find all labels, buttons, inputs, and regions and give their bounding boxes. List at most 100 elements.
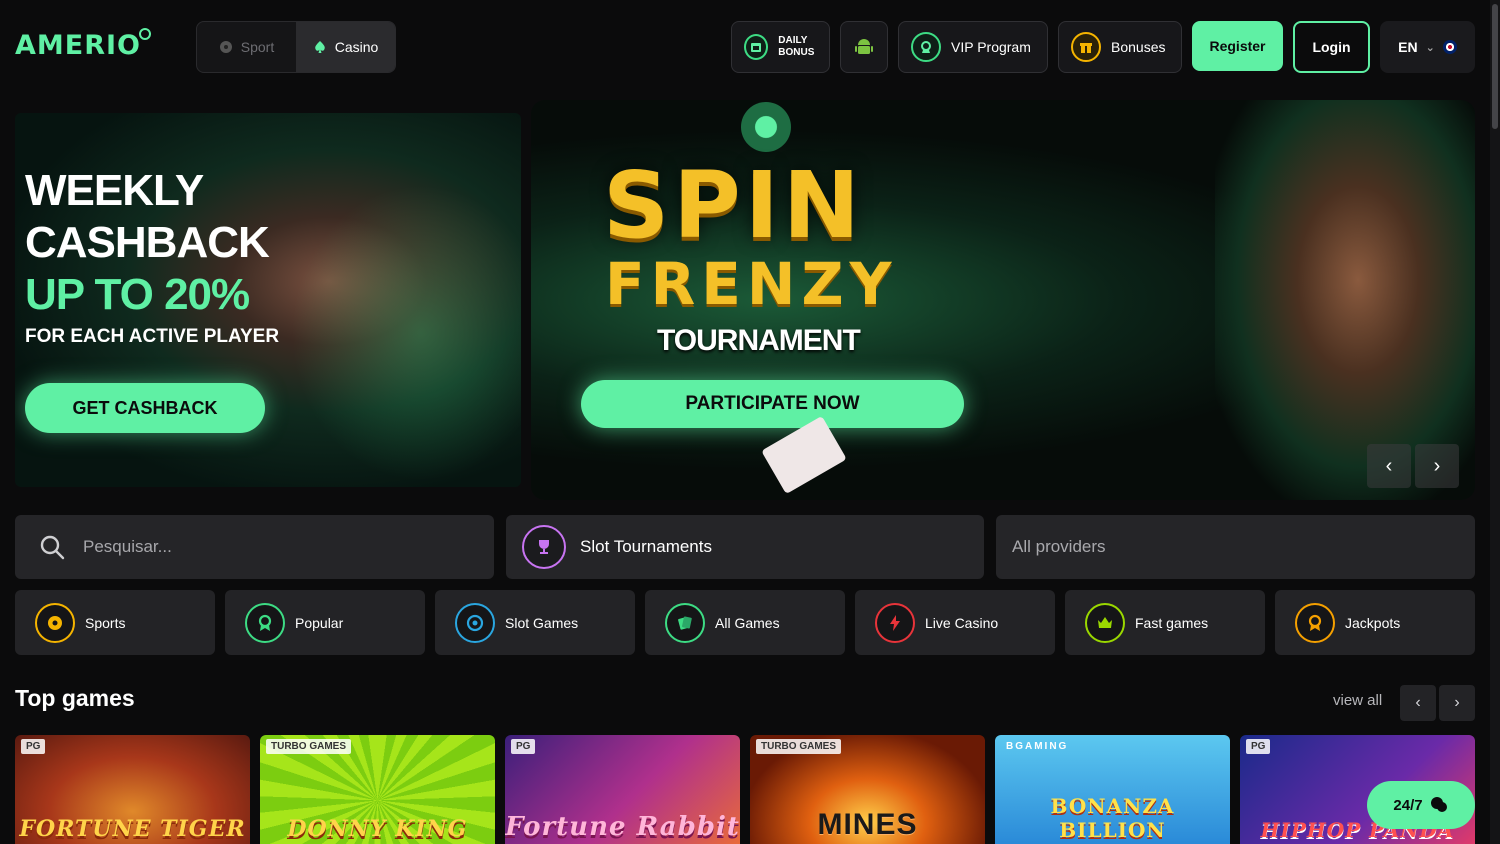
banner-title-line2: FRENZY <box>605 250 898 318</box>
chevron-left-icon: ‹ <box>1385 454 1393 477</box>
cashback-title: WEEKLY CASHBACK <box>25 166 270 267</box>
sport-tab-label: Sport <box>240 39 275 55</box>
top-games-title: Top games <box>15 685 135 711</box>
participate-now-button[interactable]: PARTICIPATE NOW <box>581 380 964 428</box>
game-title: MINES <box>817 808 918 841</box>
jackpot-medal-icon <box>1295 602 1335 643</box>
view-all-link[interactable]: view all <box>1333 692 1382 709</box>
category-live-casino[interactable]: Live Casino <box>855 590 1055 655</box>
gift-icon <box>1071 32 1101 62</box>
cards-icon <box>665 602 705 643</box>
slot-reel-icon <box>455 602 495 643</box>
page-scrollbar[interactable] <box>1490 0 1500 844</box>
game-card[interactable]: BGAMING BONANZA BILLION <box>995 735 1230 844</box>
android-app-button[interactable] <box>840 21 888 73</box>
register-label: Register <box>1209 38 1266 54</box>
casino-tab-label: Casino <box>334 39 379 55</box>
support-label: 24/7 <box>1393 796 1423 814</box>
game-card[interactable]: TURBO GAMES DONNY KING <box>260 735 495 844</box>
site-header: AMERIO Sport Casino DAILY BONUS VIP Prog… <box>0 0 1500 92</box>
banner-model-image <box>1215 100 1475 500</box>
uk-flag-icon <box>1442 40 1457 54</box>
search-icon <box>40 535 65 560</box>
game-provider-badge: PG <box>1246 739 1271 754</box>
category-label: Fast games <box>1135 614 1209 631</box>
category-slot-games[interactable]: Slot Games <box>435 590 635 655</box>
fast-games-crown-icon <box>1085 602 1125 643</box>
language-label: EN <box>1398 39 1418 55</box>
search-box[interactable] <box>15 515 494 579</box>
chevron-right-icon: › <box>1433 454 1441 477</box>
category-label: Live Casino <box>925 614 999 631</box>
providers-label: All providers <box>1012 537 1106 556</box>
sports-ball-icon <box>35 602 75 643</box>
game-provider-badge: BGAMING <box>1006 741 1069 752</box>
slot-tournaments-label: Slot Tournaments <box>580 537 712 556</box>
banner-title-line1: SPIN <box>603 152 864 259</box>
cashback-subtitle: FOR EACH ACTIVE PLAYER <box>25 326 280 347</box>
calendar-icon <box>744 34 769 60</box>
banner-glow <box>281 173 521 487</box>
chat-bubbles-icon <box>1430 797 1447 812</box>
game-provider-badge: PG <box>511 739 536 754</box>
category-label: Slot Games <box>505 614 579 631</box>
login-button[interactable]: Login <box>1293 21 1370 73</box>
carousel-next-button[interactable]: › <box>1415 444 1459 488</box>
games-next-button[interactable]: › <box>1439 685 1475 721</box>
game-provider-badge: TURBO GAMES <box>756 739 841 754</box>
category-label: Popular <box>295 614 344 631</box>
spade-icon <box>314 41 325 53</box>
vip-program-button[interactable]: VIP Program <box>898 21 1048 73</box>
game-card[interactable]: PG FORTUNE TIGER <box>15 735 250 844</box>
android-icon <box>855 39 873 54</box>
spin-frenzy-banner[interactable]: SPIN FRENZY TOURNAMENT PARTICIPATE NOW <box>531 100 1475 500</box>
chevron-right-icon: › <box>1454 694 1460 711</box>
games-prev-button[interactable]: ‹ <box>1400 685 1436 721</box>
game-card[interactable]: PG Fortune Rabbit <box>505 735 740 844</box>
soccer-ball-icon <box>219 41 232 53</box>
casino-tab[interactable]: Casino <box>296 22 395 72</box>
brand-logo[interactable]: AMERIO <box>15 28 153 61</box>
cashback-banner[interactable]: WEEKLY CASHBACK UP TO 20% FOR EACH ACTIV… <box>15 113 521 487</box>
bonuses-label: Bonuses <box>1111 39 1166 55</box>
mode-switch: Sport Casino <box>196 21 396 73</box>
banner-subtitle: TOURNAMENT <box>657 324 861 357</box>
carousel-prev-button[interactable]: ‹ <box>1367 444 1411 488</box>
login-label: Login <box>1312 39 1351 55</box>
get-cashback-button[interactable]: GET CASHBACK <box>25 383 265 433</box>
register-button[interactable]: Register <box>1192 21 1283 71</box>
game-card[interactable]: TURBO GAMES MINES <box>750 735 985 844</box>
search-input[interactable] <box>83 537 443 557</box>
category-jackpots[interactable]: Jackpots <box>1275 590 1475 655</box>
game-provider-badge: PG <box>21 739 46 754</box>
game-title: DONNY KING <box>287 816 468 842</box>
category-label: All Games <box>715 614 780 631</box>
lightning-icon <box>875 602 915 643</box>
category-fast-games[interactable]: Fast games <box>1065 590 1265 655</box>
language-selector[interactable]: EN ⌄ <box>1380 21 1475 73</box>
vip-label: VIP Program <box>951 39 1031 55</box>
category-label: Sports <box>85 614 126 631</box>
category-popular[interactable]: Popular <box>225 590 425 655</box>
vip-crown-icon <box>911 32 941 62</box>
game-title: Fortune Rabbit <box>505 812 740 842</box>
slot-tournaments-button[interactable]: Slot Tournaments <box>506 515 984 579</box>
game-provider-badge: TURBO GAMES <box>266 739 351 754</box>
daily-bonus-button[interactable]: DAILY BONUS <box>731 21 830 73</box>
category-all-games[interactable]: All Games <box>645 590 845 655</box>
providers-dropdown[interactable]: All providers <box>996 515 1475 579</box>
cashback-highlight: UP TO 20% <box>25 270 250 319</box>
chevron-down-icon: ⌄ <box>1425 41 1435 54</box>
game-title: BONANZA BILLION <box>1050 794 1175 842</box>
support-chat-button[interactable]: 24/7 <box>1367 781 1475 829</box>
popular-medal-icon <box>245 602 285 643</box>
scrollbar-thumb[interactable] <box>1492 4 1498 129</box>
category-label: Jackpots <box>1345 614 1401 631</box>
game-title: FORTUNE TIGER <box>19 816 246 842</box>
trophy-icon <box>522 525 566 569</box>
category-sports[interactable]: Sports <box>15 590 215 655</box>
bonuses-button[interactable]: Bonuses <box>1058 21 1182 73</box>
daily-bonus-label: DAILY BONUS <box>778 35 815 58</box>
sport-tab[interactable]: Sport <box>197 22 296 72</box>
chevron-left-icon: ‹ <box>1415 694 1421 711</box>
